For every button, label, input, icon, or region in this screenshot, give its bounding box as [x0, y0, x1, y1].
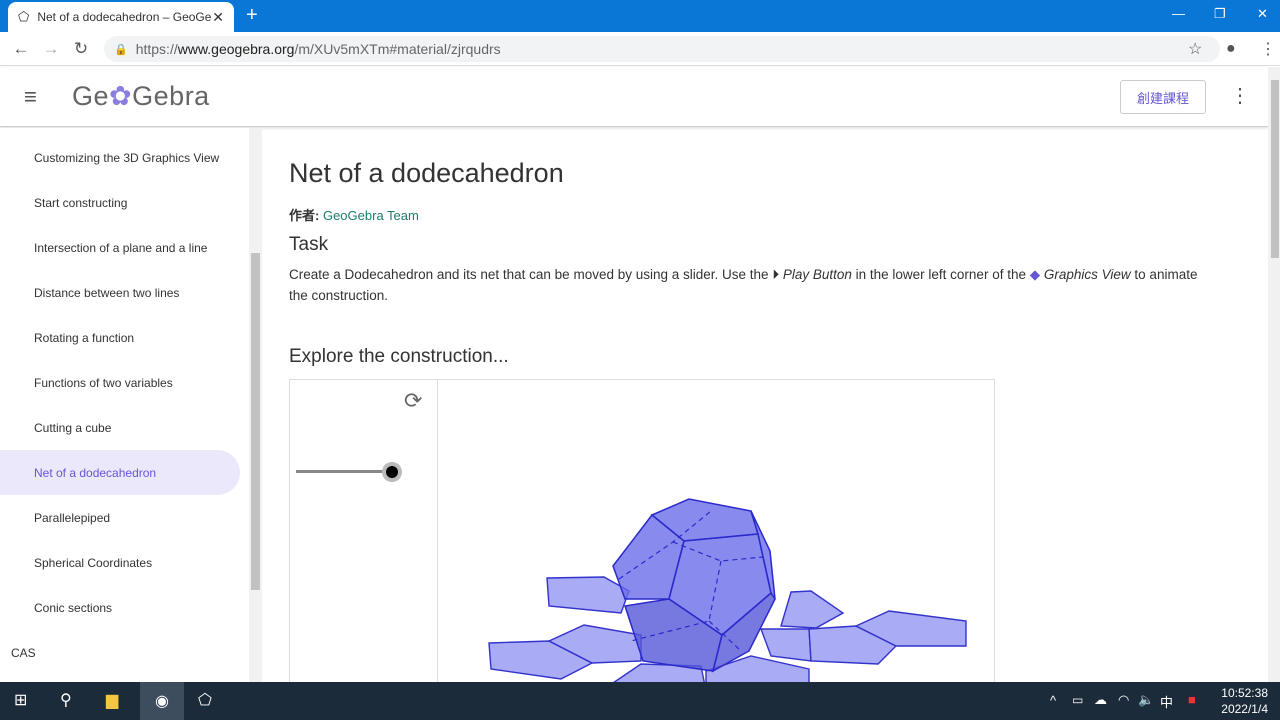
sidebar-item[interactable]: Conic sections [0, 585, 240, 630]
tab-bar: ⬠ Net of a dodecahedron – GeoGebra ✕ + —… [0, 0, 1280, 32]
clock-date: 2022/1/4 [1221, 702, 1268, 716]
url-path: /m/XUv5mXTm#material/zjrqudrs [294, 41, 501, 57]
task-text: Create a Dodecahedron and its net that c… [289, 264, 1209, 306]
task-text-2: in the lower left corner of the [851, 267, 1030, 282]
url-domain: www.geogebra.org [177, 41, 295, 57]
windows-start-icon[interactable]: ⊞ [14, 690, 27, 710]
net-face [780, 590, 845, 629]
author-label: 作者: [289, 208, 320, 223]
page-scroll-thumb[interactable] [1271, 80, 1279, 258]
more-options-icon[interactable]: ⋮ [1230, 83, 1250, 108]
file-explorer-icon[interactable]: ▆ [106, 690, 118, 710]
tab-title: Net of a dodecahedron – GeoGebra [37, 10, 213, 24]
url-prefix: https:// [135, 41, 178, 57]
explore-heading: Explore the construction... [289, 346, 509, 367]
main-content: Net of a dodecahedron 作者: GeoGebra Team … [289, 128, 1249, 368]
page-title: Net of a dodecahedron [289, 158, 564, 188]
restore-button[interactable]: ❐ [1214, 6, 1226, 22]
clock[interactable]: 10:52:38 2022/1/4 [1221, 685, 1268, 717]
sidebar-item[interactable]: Rotating a function [0, 315, 240, 360]
search-icon[interactable]: ⚲ [60, 690, 72, 710]
geogebra-taskbar-icon[interactable]: ⬠ [198, 690, 212, 710]
author-link[interactable]: GeoGebra Team [323, 208, 419, 223]
sidebar-item[interactable]: Distance between two lines [0, 270, 240, 315]
volume-icon[interactable]: 🔈 [1138, 692, 1154, 708]
sidebar-item[interactable]: Parallelepiped [0, 495, 240, 540]
graphics-view-3d[interactable] [439, 380, 995, 690]
close-window-button[interactable]: ✕ [1257, 6, 1268, 22]
site-header: ≡ Ge✿Gebra 創建課程 ⋮ [0, 67, 1268, 127]
geogebra-favicon-icon: ⬠ [18, 9, 30, 24]
tray-chevron-icon[interactable]: ^ [1050, 693, 1056, 708]
windows-taskbar: ⊞ ⚲ ▆ ◉ ⬠ ^ ▭ ☁ ◠ 🔈 中 ■ 10:52:38 2022/1/4 [0, 682, 1280, 720]
sidebar-item[interactable]: Customizing the 3D Graphics View [0, 135, 240, 180]
reset-icon[interactable]: ⟳ [404, 388, 422, 414]
slider-knob[interactable] [382, 462, 402, 482]
reload-icon[interactable]: ↻ [66, 39, 96, 59]
net-face [759, 628, 812, 662]
sidebar-item[interactable]: Functions of two variables [0, 360, 240, 405]
forward-icon[interactable]: → [36, 39, 66, 59]
chrome-taskbar-icon[interactable]: ◉ [140, 682, 184, 720]
sidebar-item[interactable]: Cutting a cube [0, 405, 240, 450]
close-tab-icon[interactable]: ✕ [212, 9, 224, 26]
geogebra-applet[interactable]: ⟳ [289, 379, 995, 690]
sidebar-item[interactable]: Spherical Coordinates [0, 540, 240, 585]
back-icon[interactable]: ← [6, 39, 36, 59]
onedrive-icon[interactable]: ☁ [1094, 692, 1107, 708]
task-heading: Task [289, 234, 329, 255]
sidebar-category-cas[interactable]: CAS [0, 630, 240, 675]
profile-icon[interactable]: ● [1226, 40, 1236, 58]
battery-icon[interactable]: ▭ [1072, 693, 1083, 707]
wifi-icon[interactable]: ◠ [1118, 692, 1129, 708]
slider-track[interactable] [296, 470, 392, 473]
sidebar-scroll-thumb[interactable] [251, 253, 260, 590]
bookmark-star-icon[interactable]: ☆ [1188, 39, 1202, 59]
geogebra-logo[interactable]: Ge✿Gebra [72, 81, 210, 112]
sidebar-item[interactable]: Intersection of a plane and a line [0, 225, 240, 270]
tray-app-icon[interactable]: ■ [1188, 692, 1196, 707]
browser-menu-icon[interactable]: ⋮ [1260, 39, 1276, 59]
algebra-panel: ⟳ [290, 380, 438, 688]
minimize-button[interactable]: — [1172, 6, 1185, 21]
ime-indicator[interactable]: 中 [1160, 692, 1173, 711]
sidebar-list: Customizing the 3D Graphics View Start co… [0, 128, 261, 675]
browser-tab[interactable]: ⬠ Net of a dodecahedron – GeoGebra ✕ [8, 2, 234, 32]
address-bar-row: ← → ↻ 🔒 https://www.geogebra.org/m/XUv5m… [0, 32, 1280, 66]
lock-icon: 🔒 [114, 43, 128, 56]
create-class-button[interactable]: 創建課程 [1120, 80, 1206, 114]
sidebar: Customizing the 3D Graphics View Start co… [0, 128, 262, 682]
graphics-view-term: Graphics View [1043, 267, 1131, 282]
clock-time: 10:52:38 [1221, 686, 1268, 700]
sidebar-item[interactable]: Start constructing [0, 180, 240, 225]
graphics-view-icon: ◆ [1029, 267, 1041, 282]
play-icon: ⏵ [772, 267, 780, 282]
net-face [546, 576, 630, 614]
play-button-term: Play Button [782, 267, 852, 282]
author-line: 作者: GeoGebra Team [289, 205, 1249, 224]
task-text-1: Create a Dodecahedron and its net that c… [289, 267, 773, 282]
url-field[interactable]: 🔒 https://www.geogebra.org/m/XUv5mXTm#ma… [104, 36, 1220, 62]
new-tab-button[interactable]: + [246, 4, 258, 27]
sidebar-item[interactable]: Net of a dodecahedron [0, 450, 240, 495]
hamburger-menu-icon[interactable]: ≡ [24, 84, 37, 110]
